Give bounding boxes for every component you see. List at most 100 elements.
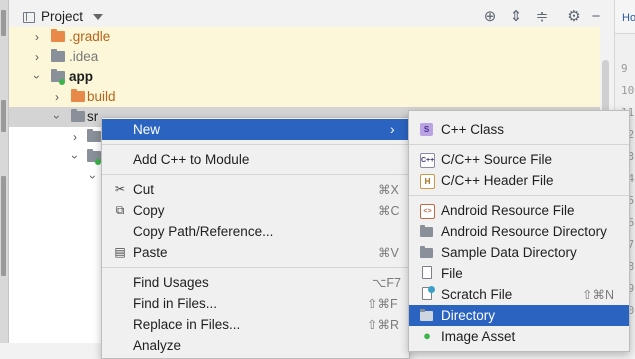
menu-item-analyze[interactable]: Analyze xyxy=(102,335,409,356)
collapse-all-icon[interactable]: ≑ xyxy=(533,8,551,26)
submenu-item-label: Image Asset xyxy=(441,329,516,344)
menu-item-label: Find in Files... xyxy=(133,296,218,311)
menu-item-copy-path[interactable]: Copy Path/Reference... xyxy=(102,221,409,242)
chevron-right-icon[interactable]: › xyxy=(31,51,43,63)
submenu-item-android-resource-directory[interactable]: Android Resource Directory xyxy=(409,221,629,242)
module-indicator-icon xyxy=(59,79,65,85)
menu-item-find-usages[interactable]: Find Usages ⌥F7 xyxy=(102,272,409,293)
expand-all-icon[interactable]: ⇕ xyxy=(507,8,525,26)
tree-item-label: sr xyxy=(87,109,99,124)
folder-icon xyxy=(87,129,101,142)
submenu-item-label: C/C++ Source File xyxy=(441,152,553,167)
chevron-down-icon[interactable] xyxy=(93,14,103,20)
tree-item-label: build xyxy=(87,89,116,104)
menu-separator xyxy=(102,174,409,175)
menu-item-find-in-files[interactable]: Find in Files... ⇧⌘F xyxy=(102,293,409,314)
chevron-down-icon[interactable]: › xyxy=(50,111,64,123)
tree-row-app[interactable]: › app xyxy=(9,67,600,87)
folder-icon xyxy=(51,29,65,42)
project-window-icon xyxy=(23,12,35,23)
chevron-down-icon[interactable]: › xyxy=(30,71,44,83)
tree-row-build[interactable]: › build xyxy=(9,87,600,107)
tree-item-label: app xyxy=(69,69,94,84)
chevron-down-icon[interactable]: › xyxy=(86,171,100,183)
android-resource-file-icon: <> xyxy=(420,204,435,219)
tree-row-gradle[interactable]: › .gradle xyxy=(9,27,600,47)
menu-item-label: Add C++ to Module xyxy=(133,152,250,167)
menu-item-replace-in-files[interactable]: Replace in Files... ⇧⌘R xyxy=(102,314,409,335)
chevron-right-icon[interactable]: › xyxy=(51,91,63,103)
folder-icon xyxy=(420,246,433,258)
folder-icon xyxy=(71,109,85,122)
file-icon xyxy=(422,266,432,279)
menu-item-add-cpp[interactable]: Add C++ to Module xyxy=(102,149,409,170)
menu-item-paste[interactable]: ▤ Paste ⌘V xyxy=(102,242,409,263)
tree-item-label: .idea xyxy=(69,49,99,64)
resource-manager-tool-tab[interactable] xyxy=(1,176,6,276)
minimize-icon[interactable]: − xyxy=(587,8,605,26)
submenu-item-file[interactable]: File xyxy=(409,263,629,284)
cpp-source-icon: C++ xyxy=(420,153,435,168)
line-number: 10 xyxy=(621,84,635,97)
submenu-item-label: Sample Data Directory xyxy=(441,245,577,260)
project-tool-tab[interactable] xyxy=(1,10,6,36)
tree-row-idea[interactable]: › .idea xyxy=(9,47,600,67)
submenu-item-android-resource-file[interactable]: <> Android Resource File xyxy=(409,200,629,221)
submenu-item-cpp-class[interactable]: S C++ Class xyxy=(409,119,629,140)
shortcut-label: ⌘C xyxy=(378,204,400,218)
gear-icon[interactable]: ⚙ xyxy=(565,8,583,26)
submenu-item-label: Directory xyxy=(441,308,496,323)
chevron-down-icon[interactable]: › xyxy=(68,151,82,163)
editor-tab-label[interactable]: Ho xyxy=(622,12,635,24)
chevron-right-icon[interactable]: › xyxy=(69,131,81,143)
submenu-item-cpp-source[interactable]: C++ C/C++ Source File xyxy=(409,149,629,170)
folder-icon xyxy=(51,49,65,62)
shortcut-label: ⌥F7 xyxy=(372,276,401,290)
menu-item-label: Replace in Files... xyxy=(133,317,241,332)
shortcut-label: ⇧⌘F xyxy=(367,297,398,311)
submenu-item-label: Android Resource File xyxy=(441,203,575,218)
new-submenu: S C++ Class C++ C/C++ Source File H C/C+… xyxy=(408,110,630,352)
tree-scrollbar[interactable] xyxy=(602,60,609,115)
left-tool-strip xyxy=(0,0,9,343)
menu-item-label: New xyxy=(133,122,161,137)
folder-icon xyxy=(420,225,433,237)
cpp-class-icon: S xyxy=(420,123,433,136)
line-number: 9 xyxy=(621,62,628,75)
menu-separator xyxy=(409,144,629,145)
menu-item-copy[interactable]: ⧉ Copy ⌘C xyxy=(102,200,409,221)
submenu-item-image-asset[interactable]: ● Image Asset xyxy=(409,326,629,347)
submenu-item-cpp-header[interactable]: H C/C++ Header File xyxy=(409,170,629,191)
commit-tool-tab[interactable] xyxy=(1,100,6,132)
menu-item-label: Cut xyxy=(133,182,155,197)
menu-item-label: Copy Path/Reference... xyxy=(133,224,274,239)
scratch-badge-icon xyxy=(428,286,435,293)
menu-item-label: Find Usages xyxy=(133,275,209,290)
submenu-item-label: Android Resource Directory xyxy=(441,224,607,239)
paste-icon: ▤ xyxy=(114,245,126,259)
copy-icon: ⧉ xyxy=(115,203,125,217)
menu-item-cut[interactable]: ✂ Cut ⌘X xyxy=(102,179,409,200)
submenu-item-label: Scratch File xyxy=(441,287,513,302)
chevron-right-icon: › xyxy=(390,121,395,137)
submenu-item-label: C++ Class xyxy=(441,122,505,137)
menu-separator xyxy=(409,195,629,196)
shortcut-label: ⌘V xyxy=(378,246,399,260)
submenu-item-sample-data-directory[interactable]: Sample Data Directory xyxy=(409,242,629,263)
menu-item-label: Paste xyxy=(133,245,168,260)
project-view-title[interactable]: Project xyxy=(41,9,83,24)
cpp-header-icon: H xyxy=(420,174,435,189)
menu-separator xyxy=(102,267,409,268)
scissors-icon: ✂ xyxy=(114,182,126,196)
locate-icon[interactable]: ⊕ xyxy=(481,8,499,26)
menu-item-new[interactable]: New › xyxy=(102,119,409,140)
submenu-item-directory[interactable]: Directory xyxy=(409,305,629,326)
folder-icon xyxy=(420,309,433,321)
android-icon: ● xyxy=(423,328,431,343)
menu-item-label: Analyze xyxy=(133,338,182,353)
submenu-item-label: File xyxy=(441,266,463,281)
tree-item-label: .gradle xyxy=(69,29,111,44)
chevron-right-icon[interactable]: › xyxy=(31,31,43,43)
submenu-item-scratch-file[interactable]: Scratch File ⇧⌘N xyxy=(409,284,629,305)
shortcut-label: ⇧⌘N xyxy=(582,288,615,302)
